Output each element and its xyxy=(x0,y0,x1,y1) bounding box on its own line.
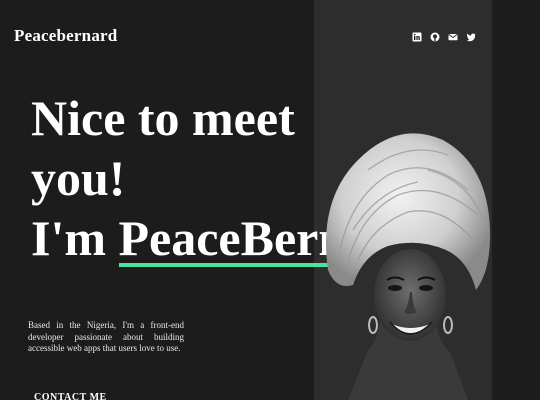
hero-heading: Nice to meet you! I'm PeaceBern xyxy=(31,88,346,268)
hero-line-1: Nice to meet xyxy=(31,90,295,146)
twitter-link[interactable] xyxy=(466,32,476,42)
mail-link[interactable] xyxy=(448,32,458,42)
social-links xyxy=(412,32,476,42)
linkedin-link[interactable] xyxy=(412,32,422,42)
page: Peacebernard Nice to meet you! I'm Peace… xyxy=(0,0,540,400)
hero-line-2: you! xyxy=(31,150,126,206)
site-logo[interactable]: Peacebernard xyxy=(14,26,117,46)
hero-name: PeaceBern xyxy=(118,210,347,267)
hero-bio: Based in the Nigeria, I'm a front-end de… xyxy=(28,320,184,354)
hero-greeting: I'm xyxy=(31,210,106,266)
right-margin xyxy=(492,0,540,400)
github-link[interactable] xyxy=(430,32,440,42)
linkedin-icon xyxy=(412,32,422,42)
github-icon xyxy=(430,32,440,42)
profile-photo xyxy=(326,133,491,400)
mail-icon xyxy=(448,34,458,41)
twitter-icon xyxy=(466,33,476,42)
hero-line-3: I'm PeaceBern xyxy=(31,208,346,268)
contact-me-link[interactable]: CONTACT ME xyxy=(34,392,107,400)
